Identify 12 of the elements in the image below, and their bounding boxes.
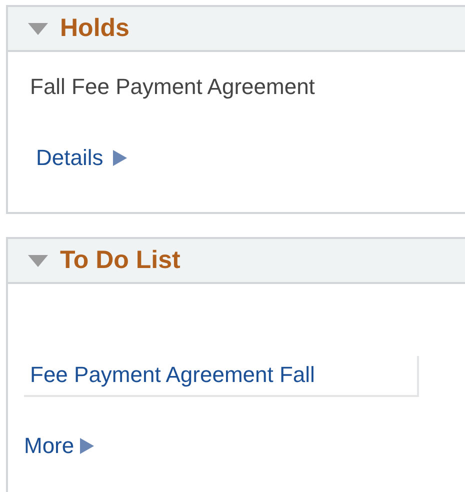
panel-header[interactable]: To Do List — [8, 239, 465, 284]
arrow-right-icon — [80, 438, 94, 454]
panel-title: To Do List — [60, 246, 180, 275]
panel-header[interactable]: Holds — [8, 7, 465, 52]
hold-item: Fall Fee Payment Agreement — [30, 74, 316, 100]
more-link[interactable]: More — [24, 433, 94, 459]
details-link[interactable]: Details — [36, 145, 128, 171]
collapse-icon[interactable] — [28, 22, 48, 34]
collapse-icon[interactable] — [28, 254, 48, 266]
arrow-right-icon — [113, 150, 128, 166]
panel-title: Holds — [60, 14, 130, 43]
todo-item[interactable]: Fee Payment Agreement Fall — [24, 356, 419, 397]
